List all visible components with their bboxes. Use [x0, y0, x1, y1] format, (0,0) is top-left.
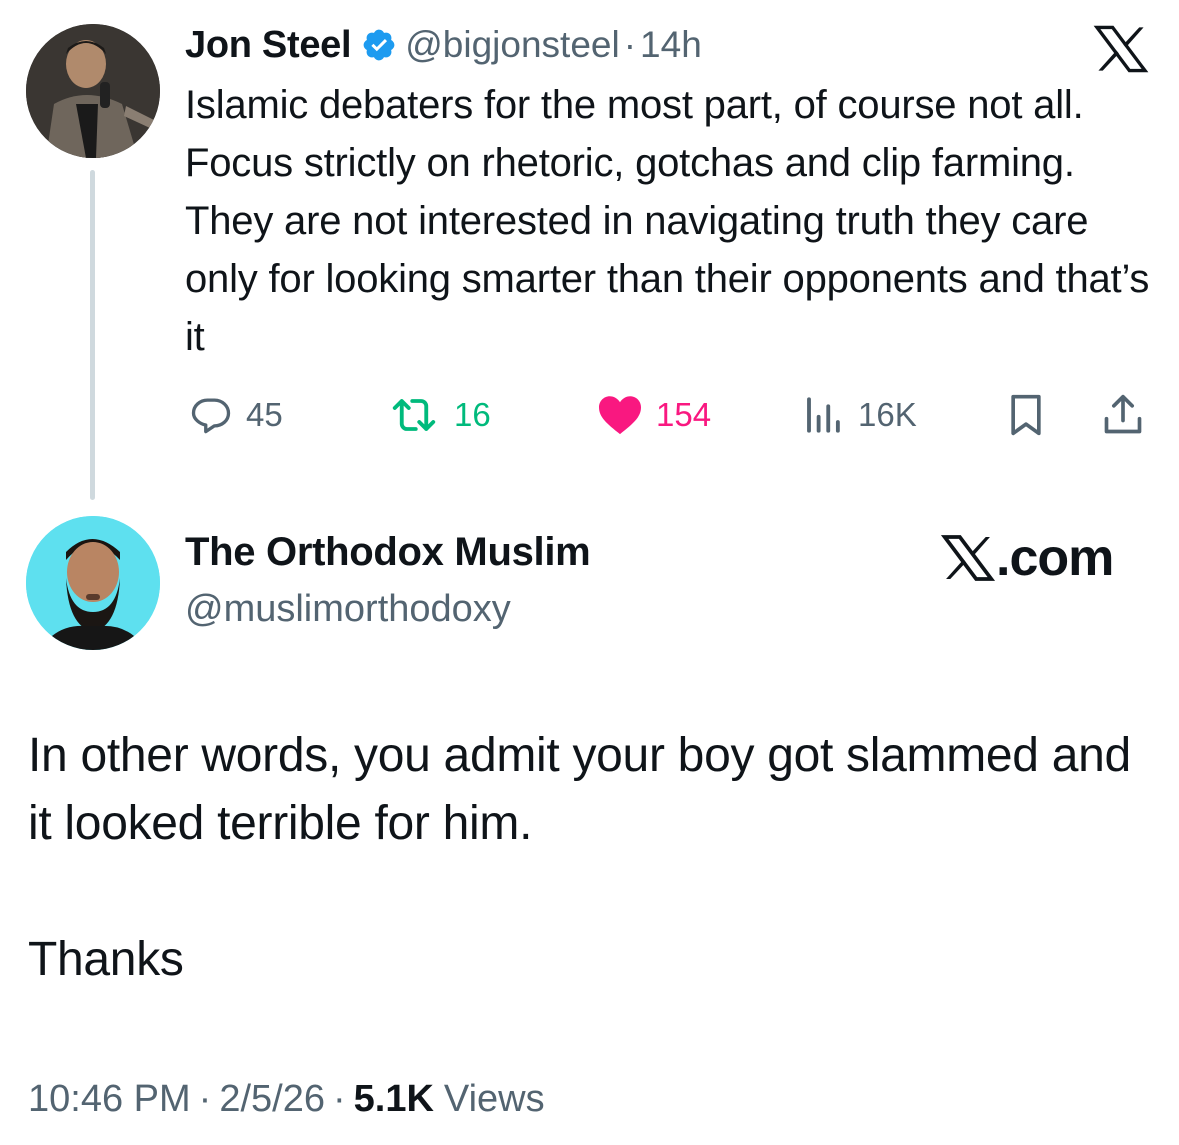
reply-views-label: Views	[443, 1078, 545, 1120]
repost-icon	[392, 399, 436, 431]
reply-tweet-text: In other words, you admit your boy got s…	[28, 729, 1131, 986]
reply-author-handle[interactable]: @muslimorthodoxy	[185, 588, 511, 631]
reply-post-meta: 10:46 PM · 2/5/26 · 5.1K Views	[28, 1078, 545, 1121]
like-button[interactable]: 154	[596, 390, 711, 440]
x-com-brand: .com	[940, 528, 1114, 588]
x-logo-icon	[1093, 25, 1149, 73]
reply-button[interactable]: 45	[188, 390, 283, 440]
repost-count: 16	[454, 396, 491, 433]
avatar-jon-steel[interactable]	[26, 24, 160, 158]
author-handle[interactable]: @bigjonsteel	[405, 24, 619, 66]
reply-icon	[191, 398, 231, 434]
views-count: 16K	[858, 396, 917, 433]
reply-post-date[interactable]: 2/5/26	[219, 1078, 325, 1121]
author-name[interactable]: Jon Steel	[185, 24, 352, 67]
like-icon	[599, 396, 641, 435]
reply-views-count: 5.1K	[353, 1078, 434, 1120]
like-count: 154	[656, 396, 712, 433]
meta-separator: ·	[623, 24, 637, 65]
repost-button[interactable]: 16	[386, 390, 491, 440]
verified-badge-icon	[363, 29, 395, 61]
thread-connector-line	[90, 170, 95, 500]
share-button[interactable]	[1102, 390, 1156, 440]
views-icon	[807, 397, 840, 433]
reply-count: 45	[246, 396, 283, 433]
parent-tweet-text: Islamic debaters for the most part, of c…	[185, 83, 1150, 359]
share-icon	[1104, 394, 1142, 434]
footer-separator: ·	[332, 1078, 346, 1120]
bookmark-icon	[1011, 394, 1041, 436]
reply-post-time[interactable]: 10:46 PM	[28, 1078, 191, 1121]
x-com-text: .com	[996, 529, 1114, 587]
bookmark-button[interactable]	[1006, 390, 1058, 440]
views-button[interactable]: 16K	[800, 390, 917, 440]
parent-tweet-header: Jon Steel @bigjonsteel · 14h	[185, 20, 702, 70]
reply-author-name[interactable]: The Orthodox Muslim	[185, 530, 591, 575]
x-logo-icon	[940, 535, 996, 581]
avatar-orthodox-muslim[interactable]	[26, 516, 160, 650]
footer-separator: ·	[198, 1078, 212, 1120]
post-time[interactable]: 14h	[640, 24, 702, 66]
